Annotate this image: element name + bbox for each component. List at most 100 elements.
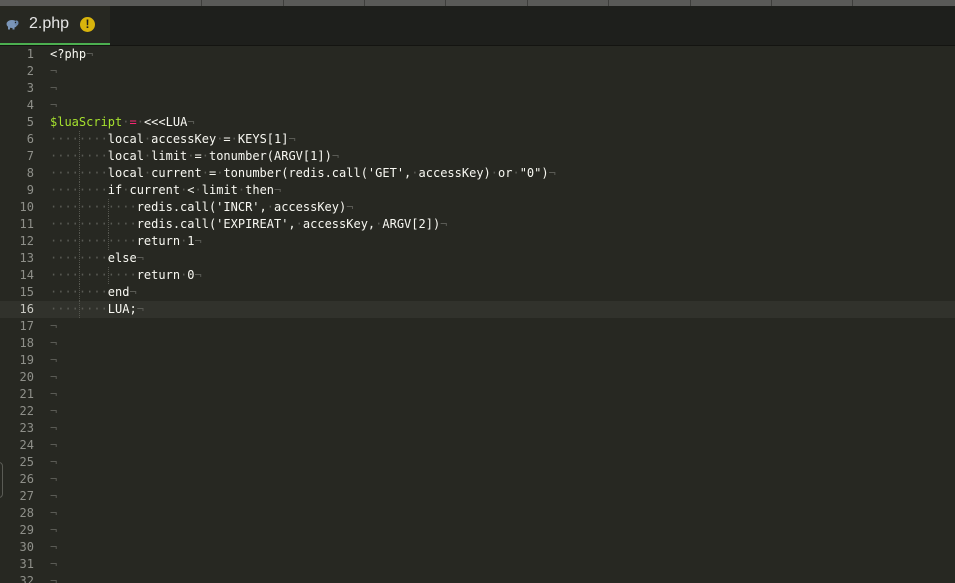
code-token: current [129,183,181,197]
code-line[interactable]: 19 ¬ [0,352,955,369]
code-text: ············return·1¬ [50,233,202,250]
line-number: 30 [19,540,34,554]
code-text: ¬ [50,335,57,352]
code-line[interactable]: 31 ¬ [0,556,955,573]
code-text: ¬ [50,454,57,471]
line-number: 3 [26,81,34,95]
code-line[interactable]: 16 ········LUA;¬ [0,301,955,318]
code-line[interactable]: 4 ¬ [0,97,955,114]
code-line[interactable]: 3 ¬ [0,80,955,97]
code-text: ········local·current·=·tonumber(redis.c… [50,165,556,182]
code-token: accessKey) [418,166,491,180]
whitespace-marker: ············ [50,200,137,214]
whitespace-marker: ¬ [50,64,58,78]
whitespace-marker: ¬ [50,557,58,571]
code-token: else [107,251,137,265]
tab-2-php[interactable]: 2.php ! [0,6,110,45]
code-token: ARGV[2]) [382,217,441,231]
line-number: 2 [26,64,34,78]
warning-icon[interactable]: ! [80,17,95,32]
code-text: ············return·0¬ [50,267,202,284]
code-line[interactable]: 14 ············return·0¬ [0,267,955,284]
code-text: ¬ [50,369,57,386]
whitespace-marker: ¬ [129,285,137,299]
code-line[interactable]: 1 <?php¬ [0,46,955,63]
code-text: ¬ [50,471,57,488]
whitespace-marker: ¬ [50,489,58,503]
whitespace-marker: ¬ [50,540,58,554]
whitespace-marker: ¬ [50,455,58,469]
code-line[interactable]: 25 ¬ [0,454,955,471]
whitespace-marker: ············ [50,217,137,231]
code-line[interactable]: 11 ············redis.call('EXPIREAT',·acc… [0,216,955,233]
code-line[interactable]: 24 ¬ [0,437,955,454]
whitespace-marker: ¬ [288,132,296,146]
indent-guide [78,233,80,250]
indent-guide [107,199,109,216]
code-token: return [136,234,181,248]
code-line[interactable]: 8 ········local·current·=·tonumber(redis.… [0,165,955,182]
code-text: ············redis.call('EXPIREAT',·acces… [50,216,447,233]
line-number: 4 [26,98,34,112]
code-line[interactable]: 21 ¬ [0,386,955,403]
code-line[interactable]: 12 ············return·1¬ [0,233,955,250]
code-token: <<<LUA [143,115,188,129]
code-token: redis.call('EXPIREAT', [136,217,296,231]
indent-guide [78,165,80,182]
indent-guide [78,216,80,233]
code-line[interactable]: 26 ¬ [0,471,955,488]
code-line[interactable]: 32 ¬ [0,573,955,583]
whitespace-marker: ¬ [86,47,94,61]
line-number: 23 [19,421,34,435]
code-line[interactable]: 28 ¬ [0,505,955,522]
whitespace-marker: ¬ [50,574,58,583]
whitespace-marker: ¬ [548,166,556,180]
code-text: <?php¬ [50,46,93,63]
line-number: 26 [19,472,34,486]
whitespace-marker: ¬ [50,421,58,435]
code-token: "0") [519,166,549,180]
line-number: 11 [19,217,34,231]
whitespace-marker: · [295,217,303,231]
indent-guide [78,284,80,301]
code-line[interactable]: 5 $luaScript·=·<<<LUA¬ [0,114,955,131]
line-number: 17 [19,319,34,333]
code-line[interactable]: 30 ¬ [0,539,955,556]
whitespace-marker: ¬ [50,336,58,350]
line-number: 15 [19,285,34,299]
code-line[interactable]: 27 ¬ [0,488,955,505]
whitespace-marker: ¬ [274,183,282,197]
whitespace-marker: ¬ [194,268,202,282]
code-token: accessKey, [302,217,376,231]
code-line[interactable]: 7 ········local·limit·=·tonumber(ARGV[1])… [0,148,955,165]
code-line[interactable]: 9 ········if·current·<·limit·then¬ [0,182,955,199]
line-number: 31 [19,557,34,571]
code-token: 1 [187,234,195,248]
code-line[interactable]: 22 ¬ [0,403,955,420]
code-token: tonumber(redis.call('GET', [223,166,412,180]
code-line[interactable]: 6 ········local·accessKey·=·KEYS[1]¬ [0,131,955,148]
code-line[interactable]: 17 ¬ [0,318,955,335]
code-token: accessKey [151,132,217,146]
code-token: $luaScript [50,115,123,129]
code-editor[interactable]: 1 <?php¬ 2 ¬ 3 ¬ 4 ¬ 5 $luaScript·=·<<<LUA¬ 6 ·····… [0,46,955,583]
code-text: ········if·current·<·limit·then¬ [50,182,281,199]
code-line[interactable]: 20 ¬ [0,369,955,386]
whitespace-marker: · [201,149,209,163]
line-number: 20 [19,370,34,384]
code-line[interactable]: 23 ¬ [0,420,955,437]
whitespace-marker: · [512,166,520,180]
code-line[interactable]: 10 ············redis.call('INCR',·accessK… [0,199,955,216]
code-line[interactable]: 2 ¬ [0,63,955,80]
line-number: 19 [19,353,34,367]
code-line[interactable]: 15 ········end¬ [0,284,955,301]
code-text: ¬ [50,63,57,80]
whitespace-marker: ¬ [136,302,144,316]
line-number: 6 [26,132,34,146]
code-line[interactable]: 18 ¬ [0,335,955,352]
line-number: 22 [19,404,34,418]
code-text: ¬ [50,386,57,403]
code-line[interactable]: 29 ¬ [0,522,955,539]
code-line[interactable]: 13 ········else¬ [0,250,955,267]
line-number: 24 [19,438,34,452]
